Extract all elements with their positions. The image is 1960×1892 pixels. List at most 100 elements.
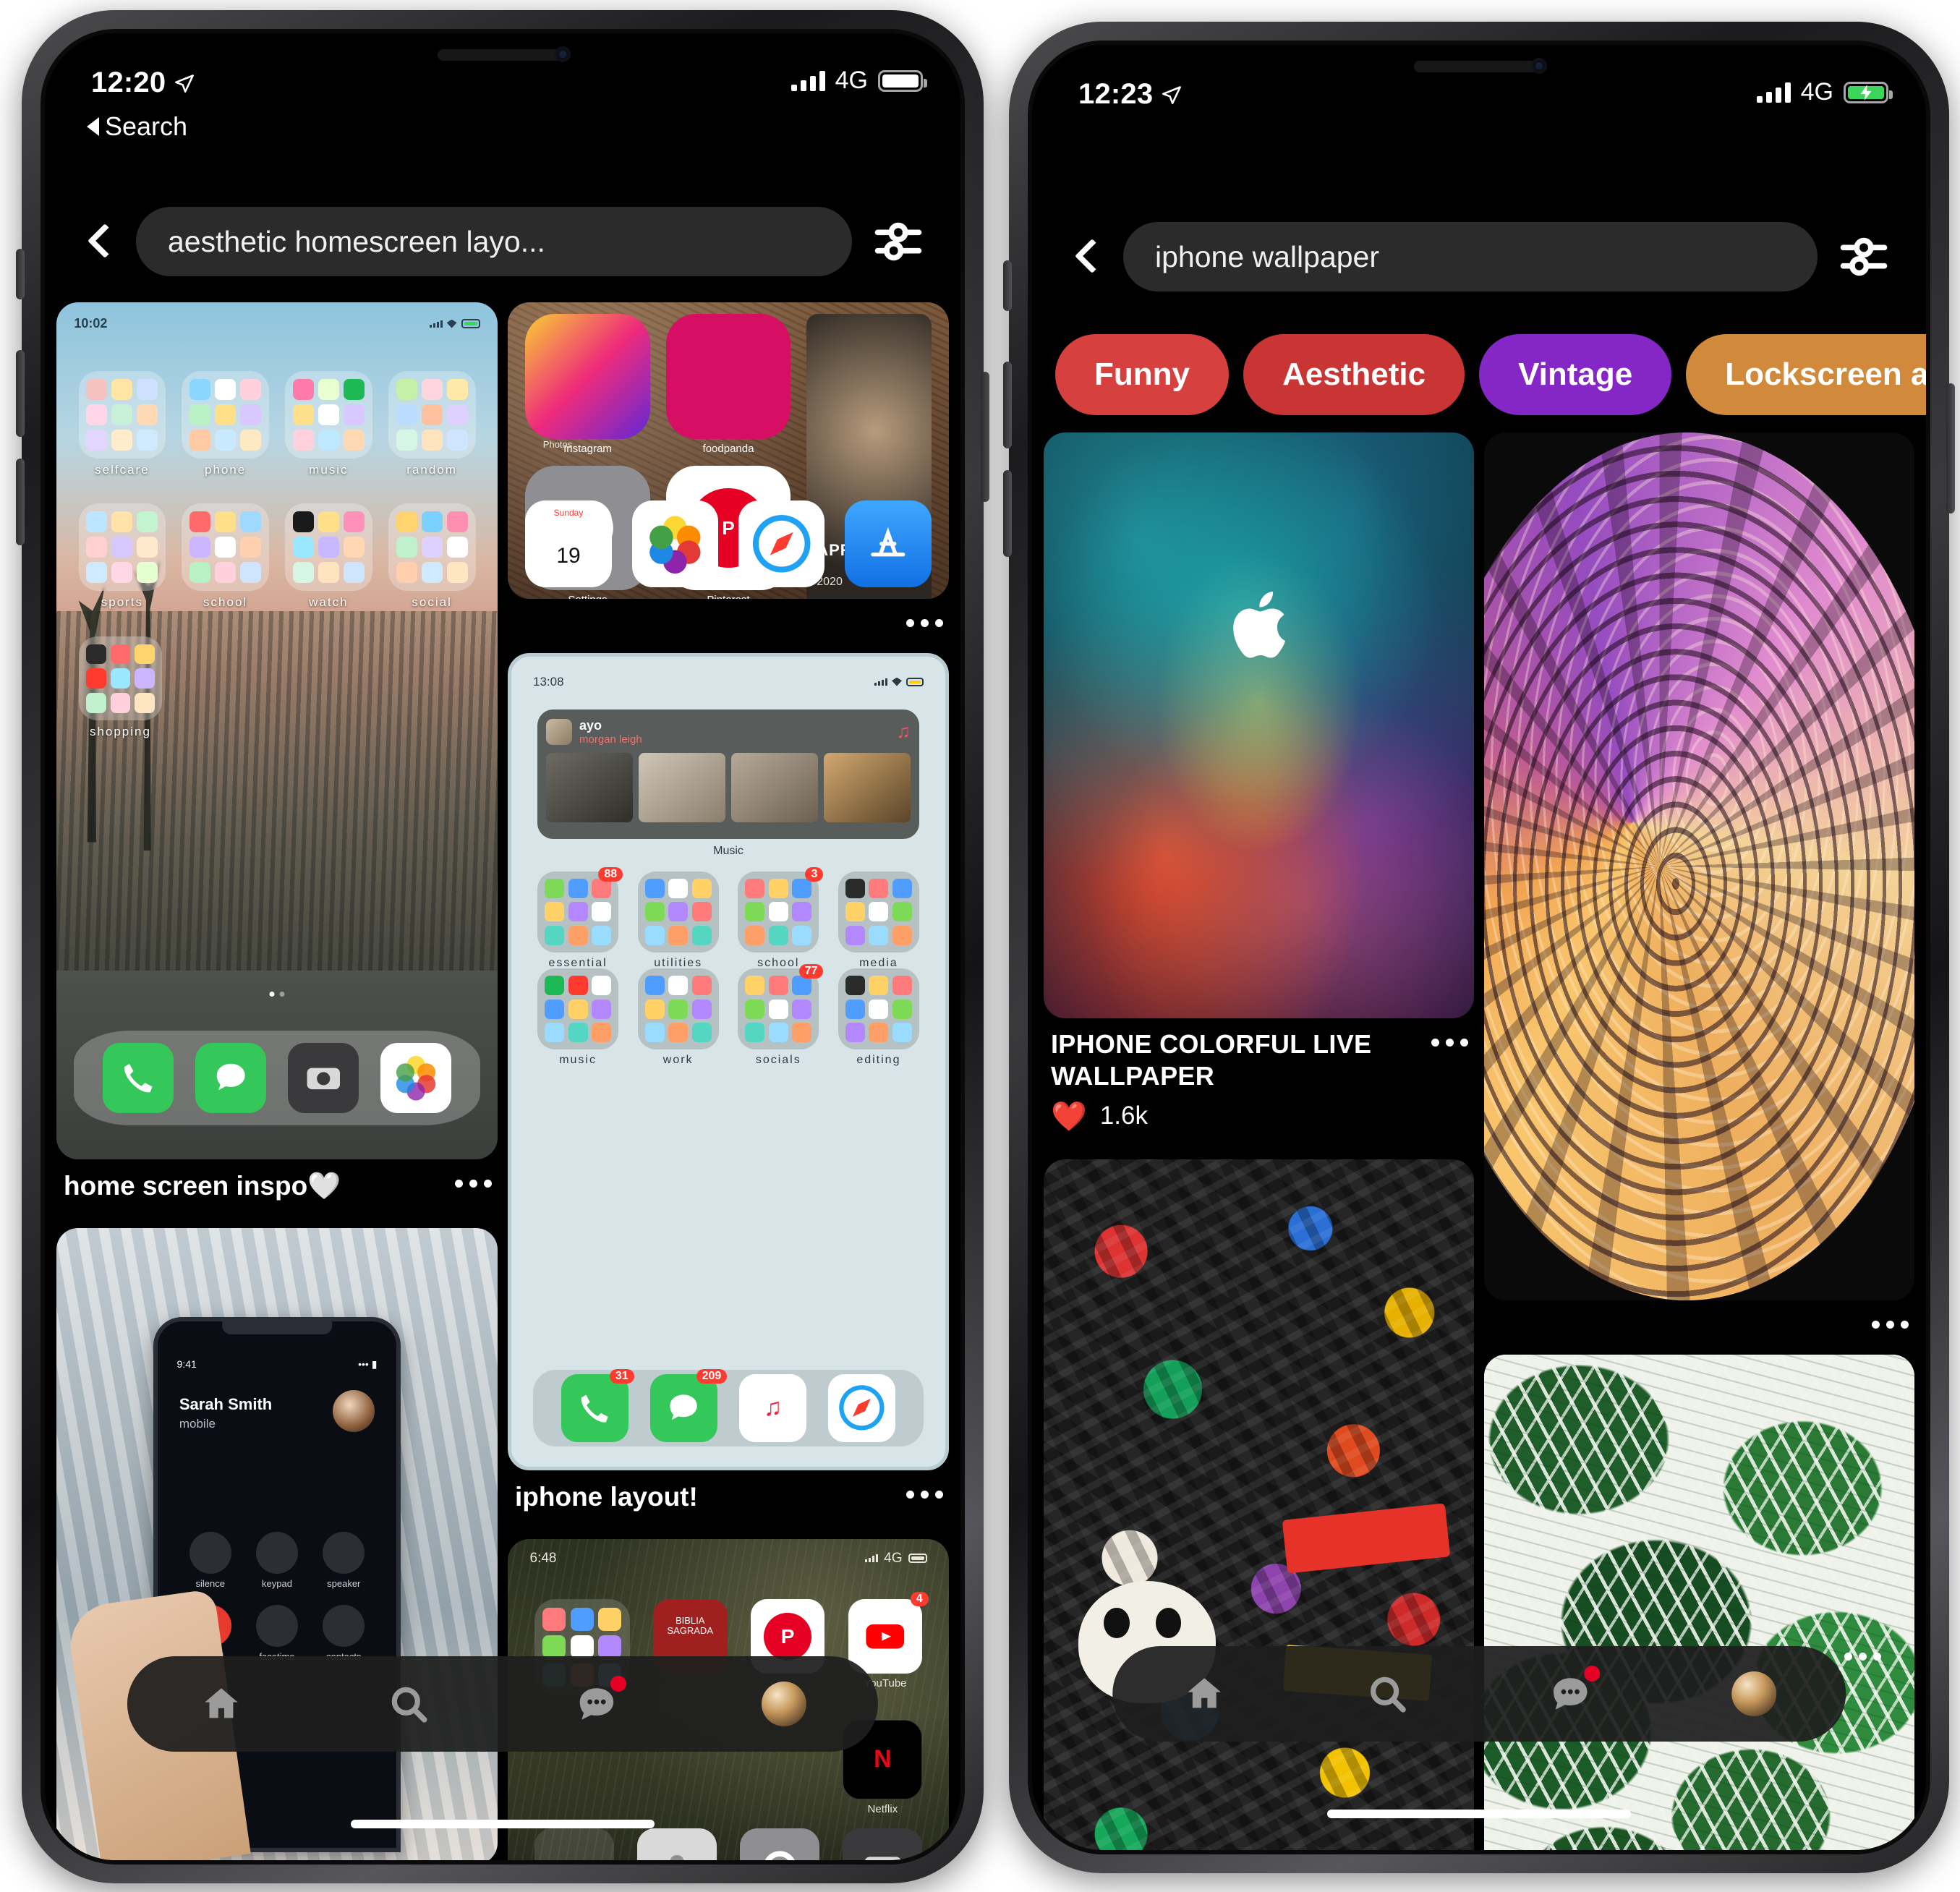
pin-card[interactable]: Instagram foodpanda APRIL 9 [508, 302, 949, 643]
pin-more-button[interactable] [906, 1480, 943, 1499]
heart-reaction-icon[interactable]: ❤️ [1051, 1099, 1087, 1133]
app-label: Photos [542, 438, 573, 450]
power-button[interactable] [981, 372, 989, 502]
back-chevron-icon[interactable] [80, 223, 117, 260]
tune-filter-icon[interactable] [871, 214, 926, 269]
volume-up-button[interactable] [16, 350, 25, 437]
location-arrow-icon [175, 74, 195, 93]
app-label: Pinterest [666, 594, 791, 599]
pin-more-button[interactable] [906, 609, 943, 627]
chip-vintage[interactable]: Vintage [1479, 334, 1672, 415]
app-icon [534, 1828, 614, 1860]
phone-right-bezel: 12:23 4G iphone wallpaper Funny Aestheti… [1028, 41, 1930, 1854]
search-icon [1371, 1676, 1406, 1713]
folder-label: social [412, 595, 452, 610]
chip-aesthetic[interactable]: Aesthetic [1243, 334, 1465, 415]
power-button[interactable] [1946, 383, 1955, 514]
phone-app-icon [103, 1042, 174, 1114]
mute-switch[interactable] [1003, 260, 1012, 311]
safari-app-icon [738, 500, 825, 587]
pin-more-button[interactable] [1872, 1311, 1909, 1329]
pin-image-iphone-xs-marble[interactable] [1484, 432, 1914, 1300]
nav-search-button[interactable] [376, 1671, 441, 1737]
app-label: Settings [525, 594, 649, 599]
search-input[interactable]: aesthetic homescreen layo... [136, 207, 852, 276]
status-time: 12:20 [91, 67, 166, 98]
pin-card[interactable]: IPHONE COLORFUL LIVE WALLPAPER ❤️ 1.6k [1044, 432, 1474, 1149]
pin-card[interactable]: 9:41 ••• ▮ Sarah Smith mobile silence ke… [56, 1228, 498, 1860]
badge: 4 [910, 1591, 929, 1606]
pin-card[interactable] [1044, 1159, 1474, 1850]
folder-label: sports [101, 595, 144, 610]
tune-filter-icon[interactable] [1836, 229, 1891, 284]
nav-messages-button[interactable] [1538, 1661, 1603, 1726]
network-type-label: 4G [835, 67, 868, 94]
pin-more-button-floating[interactable] [1844, 1653, 1881, 1661]
bolt-icon [1860, 84, 1872, 101]
pin-meta: iphone layout! [508, 1470, 949, 1529]
pin-image-phone-in-hand[interactable]: 9:41 ••• ▮ Sarah Smith mobile silence ke… [56, 1228, 498, 1860]
music-widget: ayo morgan leigh ♫ [537, 709, 919, 839]
front-camera [1531, 58, 1547, 74]
mock-status-bar: 13:08 [533, 675, 924, 689]
chip-funny[interactable]: Funny [1055, 334, 1229, 415]
avatar [1731, 1671, 1777, 1716]
page-dots [269, 991, 285, 997]
calendar-app-icon: Sunday 19 [525, 500, 612, 587]
notification-dot [610, 1676, 626, 1692]
widget-title: ayo [579, 717, 602, 733]
app-label: Netflix [867, 1802, 898, 1815]
back-to-app-link[interactable]: Search [87, 111, 187, 142]
status-right-group: 4G [791, 67, 927, 95]
pin-image-monstera-leaves[interactable] [1484, 1355, 1914, 1850]
back-to-app-label: Search [105, 111, 188, 141]
camera-app-icon [843, 1828, 923, 1860]
volume-down-button[interactable] [1003, 470, 1012, 557]
nav-search-button[interactable] [1355, 1661, 1420, 1726]
call-mock-status: 9:41 ••• ▮ [176, 1358, 378, 1371]
nav-home-button[interactable] [189, 1671, 254, 1737]
mute-switch[interactable] [16, 249, 25, 299]
appstore-app-icon [845, 500, 932, 587]
nav-home-button[interactable] [1172, 1661, 1237, 1726]
pin-card[interactable]: 10:02 selfcare phone music random sports… [56, 302, 498, 1218]
location-arrow-icon [1162, 85, 1182, 104]
pin-card[interactable] [1484, 1355, 1914, 1850]
nav-messages-button[interactable] [564, 1671, 629, 1737]
nav-profile-button[interactable] [751, 1671, 817, 1737]
folder-label: music [559, 1054, 597, 1067]
folder-label: school [203, 595, 248, 610]
pin-card[interactable]: 13:08 ayo morgan leigh ♫ Music 88 essent… [508, 653, 949, 1529]
call-action-label: keypad [262, 1578, 292, 1590]
chip-lockscreen[interactable]: Lockscreen a [1686, 334, 1926, 415]
phone-left-bezel: 12:20 4G Search aesthetic homescreen lay… [41, 29, 965, 1865]
pin-image-sticker-bomb[interactable] [1044, 1159, 1474, 1850]
pin-image-colorful-nebula[interactable] [1044, 432, 1474, 1018]
bottom-nav-right [1112, 1646, 1846, 1742]
pin-more-button[interactable] [1431, 1028, 1468, 1047]
contacts-app-icon [636, 1828, 717, 1860]
chip-label: Funny [1094, 357, 1190, 392]
pin-card[interactable] [1484, 432, 1914, 1345]
screenshot-stage: 12:20 4G Search aesthetic homescreen lay… [0, 0, 1960, 1892]
pin-column-2: Instagram foodpanda APRIL 9 [508, 302, 949, 1860]
volume-down-button[interactable] [16, 459, 25, 545]
search-icon [392, 1687, 427, 1723]
pin-image-widget-apps[interactable]: Instagram foodpanda APRIL 9 [508, 302, 949, 599]
apple-logo-icon [1232, 592, 1285, 658]
pin-image-homescreen-beach[interactable]: 10:02 selfcare phone music random sports… [56, 302, 498, 1159]
notification-dot [1584, 1666, 1601, 1682]
home-icon [204, 1688, 238, 1718]
back-chevron-icon[interactable] [1067, 238, 1104, 276]
pin-image-iphone-layout[interactable]: 13:08 ayo morgan leigh ♫ Music 88 essent… [508, 653, 949, 1470]
pin-title: iphone layout! [515, 1482, 698, 1512]
folder-label: music [309, 462, 349, 477]
volume-up-button[interactable] [1003, 362, 1012, 448]
pin-title: home screen inspo🤍 [64, 1171, 341, 1201]
category-chip-row[interactable]: Funny Aesthetic Vintage Lockscreen a [1032, 334, 1926, 415]
pin-more-button[interactable] [455, 1169, 492, 1188]
pin-reactions[interactable]: ❤️ 1.6k [1051, 1099, 1424, 1133]
nav-profile-button[interactable] [1721, 1661, 1786, 1726]
status-time: 12:23 [1078, 78, 1154, 110]
search-input[interactable]: iphone wallpaper [1123, 222, 1818, 291]
